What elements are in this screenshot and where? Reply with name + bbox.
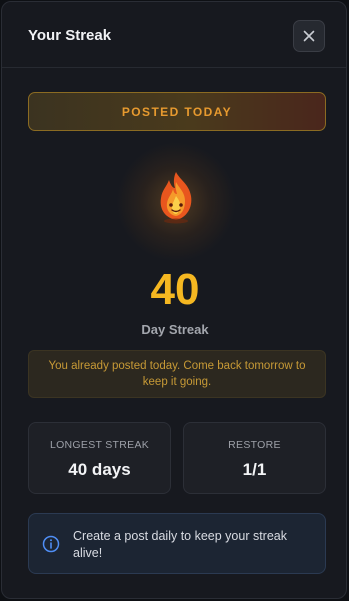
longest-streak-card: LONGEST STREAK 40 days	[28, 422, 171, 494]
already-posted-notice: You already posted today. Come back tomo…	[28, 350, 326, 398]
restore-card[interactable]: RESTORE 1/1	[183, 422, 326, 494]
streak-tip: Create a post daily to keep your streak …	[28, 513, 326, 574]
longest-streak-label: LONGEST STREAK	[49, 439, 150, 451]
streak-count: 40	[150, 265, 200, 314]
modal-title: Your Streak	[28, 27, 112, 44]
posted-today-banner: POSTED TODAY	[28, 92, 326, 131]
streak-label: Day Streak	[141, 322, 209, 337]
flame-icon	[160, 172, 192, 224]
already-posted-text: You already posted today. Come back tomo…	[48, 360, 306, 388]
close-button[interactable]	[293, 20, 325, 52]
close-icon	[303, 30, 315, 42]
restore-label: RESTORE	[228, 439, 281, 451]
modal-header: Your Streak	[2, 2, 346, 68]
tip-text: Create a post daily to keep your streak …	[73, 529, 288, 560]
streak-modal: Your Streak POSTED TODAY 40 Day Streak Y…	[1, 1, 347, 599]
info-icon	[42, 535, 60, 553]
restore-value: 1/1	[242, 460, 267, 479]
longest-streak-value: 40 days	[68, 460, 131, 479]
